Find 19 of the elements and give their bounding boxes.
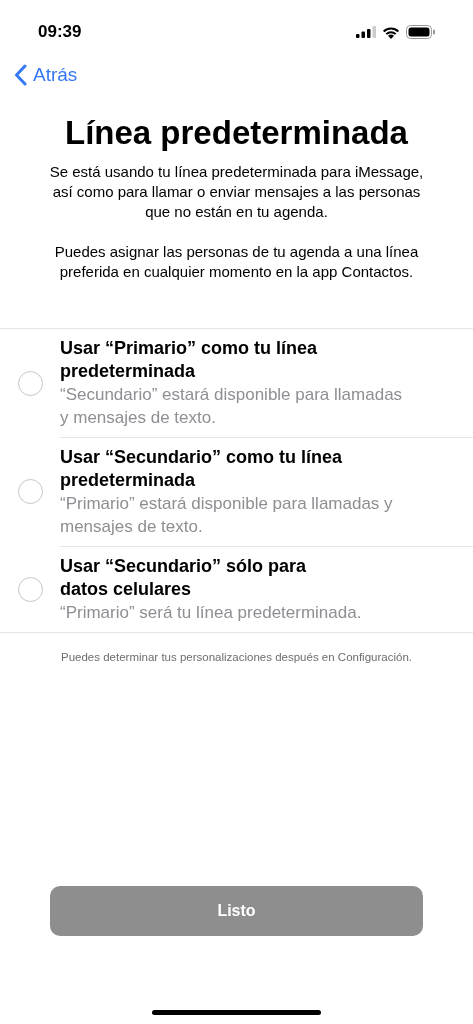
option-row[interactable]: Usar “Secundario” sólo para datos celulares “Primario” será tu línea predeterminada. [0, 546, 473, 632]
option-title: Usar “Secundario” como tu línea predeterminada [60, 446, 344, 492]
description-text: Puedes asignar las personas de tu agenda a una línea preferida en cualquier momento en la app Contactos. [53, 242, 420, 282]
option-row[interactable]: Usar “Primario” como tu línea predeterminada “Secundario” estará disponible para llamadas y mensajes de texto. [0, 329, 473, 437]
option-subtitle: “Primario” estará disponible para llamadas y mensajes de texto. [60, 493, 394, 538]
option-title: Usar “Primario” como tu línea predeterminada [60, 337, 319, 383]
status-time: 09:39 [38, 21, 82, 44]
back-button[interactable]: Atrás [14, 60, 78, 90]
option-row[interactable]: Usar “Secundario” como tu línea predeterminada “Primario” estará disponible para llamadas y mensajes de texto. [0, 437, 473, 546]
battery-icon [406, 25, 435, 39]
wifi-icon [382, 25, 400, 39]
signal-icon [356, 26, 376, 38]
page-title: Línea predeterminada [64, 113, 409, 153]
description-text: Se está usando tu línea predeterminada para iMessage, así como para llamar o enviar mensajes a las personas que no están en tu agenda. [48, 162, 425, 222]
option-title: Usar “Secundario” sólo para datos celulares [60, 555, 308, 601]
option-subtitle: “Secundario” estará disponible para llamadas y mensajes de texto. [60, 384, 404, 429]
footnote-text: Puedes determinar tus personalizaciones después en Configuración. [60, 650, 413, 665]
option-subtitle: “Primario” será tu línea predeterminada. [60, 602, 363, 624]
chevron-left-icon [14, 64, 27, 86]
